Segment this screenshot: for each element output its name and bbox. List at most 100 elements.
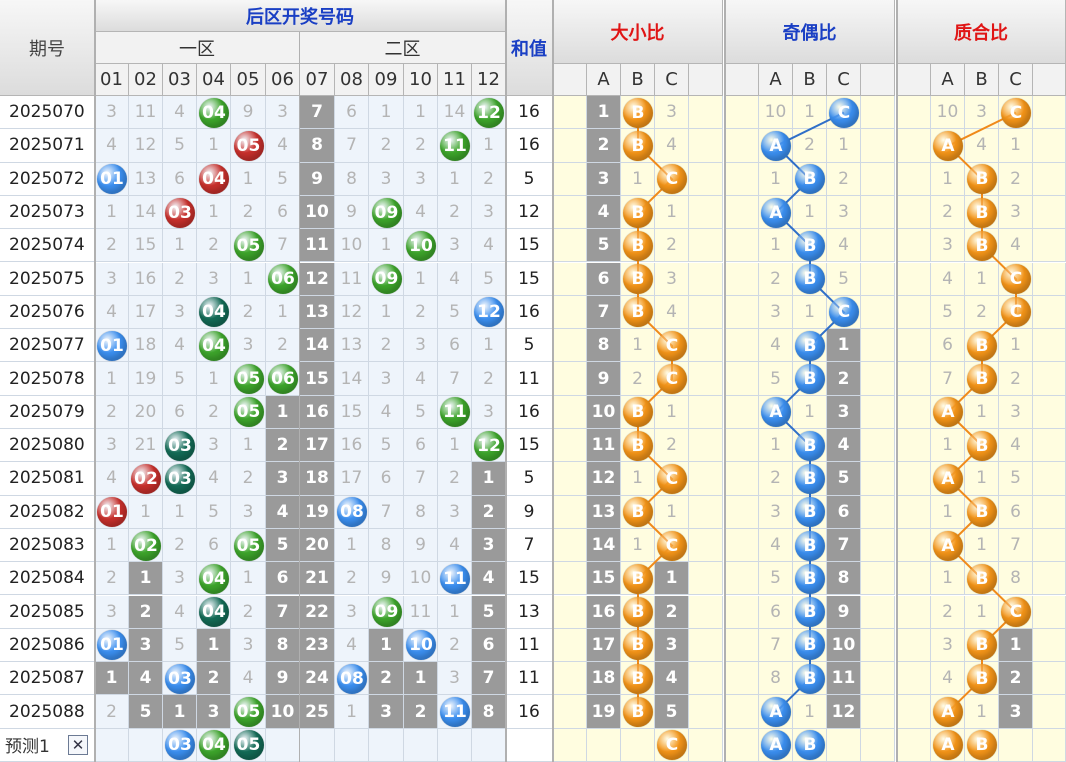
ratio-cell: 9 (587, 362, 621, 396)
ratio-cell: 3 (759, 495, 793, 529)
predict-ratio-cell[interactable] (999, 728, 1033, 762)
ratio-ball: B (623, 97, 653, 128)
ratio-cell: 1 (621, 462, 655, 496)
drawn-number-ball: 02 (131, 463, 161, 494)
number-cell: 2 (163, 262, 197, 296)
predict-ratio-cell[interactable] (827, 728, 861, 762)
predict-ratio-cell[interactable] (725, 728, 759, 762)
period-cell: 2025082 (0, 495, 95, 529)
number-cell: 1 (472, 329, 506, 363)
predict-ratio-cell[interactable] (861, 728, 895, 762)
spacer-cell (689, 362, 723, 396)
ratio-cell: 2 (965, 295, 999, 330)
predict-cell[interactable] (300, 728, 335, 762)
number-cell: 11 (300, 229, 335, 263)
number-cell: 5 (266, 528, 300, 563)
spacer-cell (725, 662, 759, 696)
number-cell: 1 (95, 528, 129, 563)
number-cell: 14 (438, 96, 472, 130)
predict-ratio-cell[interactable] (1033, 728, 1066, 762)
predict-cell[interactable] (266, 728, 300, 762)
predict-cell[interactable] (335, 728, 369, 762)
spacer-cell (861, 462, 895, 496)
number-cell: 2 (335, 562, 369, 596)
number-cell: 1 (404, 262, 438, 296)
close-icon[interactable]: ✕ (68, 734, 88, 755)
ratio-cell: 2 (827, 162, 861, 196)
drawn-number-ball: 11 (440, 130, 470, 161)
ratio-cell: 4 (999, 229, 1033, 263)
abc-col-header: C (999, 64, 1033, 96)
number-cell: 8 (335, 162, 369, 196)
number-cell: 4 (197, 462, 231, 496)
predict-ratio-cell[interactable] (587, 728, 621, 762)
spacer-cell (1033, 162, 1066, 196)
drawn-number-ball: 01 (97, 330, 127, 361)
number-col-header: 06 (266, 64, 300, 96)
ratio-cell: 4 (827, 229, 861, 263)
number-cell: 2 (231, 295, 266, 330)
sum-cell: 15 (506, 429, 553, 463)
predict-ratio-cell[interactable] (689, 728, 723, 762)
spacer-cell (553, 628, 587, 663)
drawn-number-ball: 05 (233, 364, 264, 395)
drawn-number-ball: 11 (440, 697, 470, 728)
spacer-cell (861, 395, 895, 429)
predict-ratio-cell[interactable] (553, 728, 587, 762)
oddeven-header: 奇偶比 (725, 0, 895, 64)
number-cell: 17 (129, 295, 163, 330)
predict-ratio-cell[interactable] (897, 728, 931, 762)
predict-cell[interactable] (95, 728, 129, 762)
ratio-ball: B (795, 430, 825, 461)
ratio-cell: 11 (587, 429, 621, 463)
ratio-cell: 1 (621, 329, 655, 363)
predict-cell[interactable] (472, 728, 506, 762)
spacer-cell (725, 362, 759, 396)
ratio-cell: 10 (827, 628, 861, 663)
abc-col-header: B (965, 64, 999, 96)
spacer-header (725, 64, 759, 96)
ratio-cell: 4 (655, 129, 689, 163)
number-cell: 2 (231, 595, 266, 629)
number-cell: 3 (197, 262, 231, 296)
predict-ratio-cell[interactable] (621, 728, 655, 762)
predict-cell[interactable] (129, 728, 163, 762)
spacer-cell (553, 662, 587, 696)
number-cell: 22 (300, 595, 335, 629)
spacer-cell (861, 195, 895, 230)
number-cell: 4 (95, 295, 129, 330)
number-col-header: 11 (438, 64, 472, 96)
spacer-cell (897, 295, 931, 330)
number-cell: 8 (300, 129, 335, 163)
spacer-cell (897, 96, 931, 130)
spacer-cell (725, 295, 759, 330)
predict-cell[interactable] (438, 728, 472, 762)
sum-cell: 7 (506, 528, 553, 563)
ratio-cell: 2 (999, 662, 1033, 696)
ratio-ball: C (657, 530, 687, 561)
number-cell: 4 (95, 129, 129, 163)
predict-cell[interactable] (404, 728, 438, 762)
spacer-cell (725, 162, 759, 196)
spacer-cell (689, 96, 723, 130)
number-cell: 16 (129, 262, 163, 296)
ratio-cell: 8 (999, 562, 1033, 596)
spacer-cell (897, 495, 931, 529)
number-cell: 4 (163, 595, 197, 629)
number-cell: 4 (266, 495, 300, 529)
spacer-header (1033, 64, 1066, 96)
period-cell: 2025071 (0, 129, 95, 163)
ratio-cell: 1 (655, 395, 689, 429)
number-col-header: 03 (163, 64, 197, 96)
number-cell: 5 (163, 628, 197, 663)
spacer-cell (553, 395, 587, 429)
predict-cell[interactable] (369, 728, 404, 762)
spacer-cell (897, 429, 931, 463)
number-cell: 2 (404, 695, 438, 729)
number-cell: 4 (95, 462, 129, 496)
period-cell: 2025077 (0, 329, 95, 363)
ratio-cell: 4 (655, 662, 689, 696)
ratio-ball: B (967, 330, 997, 361)
abc-col-header: A (931, 64, 965, 96)
number-cell: 12 (335, 295, 369, 330)
